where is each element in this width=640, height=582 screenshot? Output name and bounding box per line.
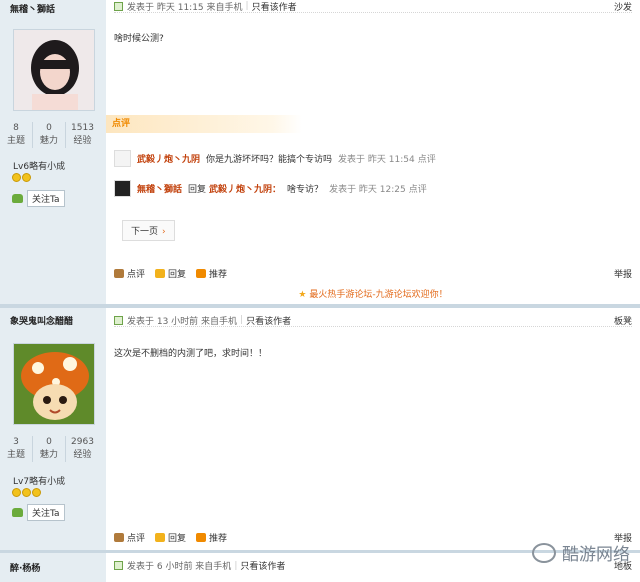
only-author-link[interactable]: 只看该作者 — [240, 559, 285, 572]
reply-icon — [155, 532, 166, 542]
dianping-button[interactable]: 点评 — [114, 267, 145, 280]
follow-row: 关注Ta — [12, 190, 65, 207]
report-button[interactable]: 举报 — [614, 267, 632, 280]
post-time: 发表于 13 小时前 来自手机 — [127, 316, 238, 327]
thumbs-up-icon — [196, 532, 207, 542]
post-content: 发表于 13 小时前 来自手机 | 只看该作者 板凳 这次是不删档的内测了吧，求… — [106, 308, 640, 554]
post-time: 发表于 6 小时前 来自手机 — [127, 562, 232, 572]
author-sidebar: 無稽丶獅話 8 主题 0 魅力 1513 经验 Lv6略有小成 关注Ta — [0, 0, 106, 304]
separator: | — [234, 560, 238, 571]
post-1: 無稽丶獅話 8 主题 0 魅力 1513 经验 Lv6略有小成 关注Ta 发表于… — [0, 0, 640, 304]
follow-button[interactable]: 关注Ta — [27, 190, 65, 207]
commenter-avatar[interactable] — [114, 149, 131, 167]
thumbs-up-icon — [196, 268, 207, 278]
reply-button[interactable]: 回复 — [155, 267, 186, 280]
next-page-button[interactable]: 下一页 › — [122, 220, 175, 241]
post-icon — [114, 315, 123, 325]
stat-exp: 1513 经验 — [71, 123, 94, 146]
avatar[interactable] — [13, 29, 95, 111]
promo-banner[interactable]: ★ 最火热手游论坛-九游论坛欢迎你！ — [106, 287, 640, 300]
commenter-name[interactable]: 武毅丿炮丶九阴 — [137, 152, 200, 165]
user-level: Lv6略有小成 — [13, 162, 66, 172]
author-sidebar: 象哭鬼叫念醋醋 3 主题 0 魅力 2963 经验 Lv7略有小成 关注Ta — [0, 308, 106, 554]
post-header: 发表于 13 小时前 来自手机 | 只看该作者 板凳 — [114, 314, 632, 327]
wechat-icon — [532, 542, 556, 563]
stat-charm: 0 魅力 — [33, 122, 66, 148]
author-sidebar: 醉·杨杨 — [0, 553, 106, 582]
comment-icon — [114, 268, 124, 278]
users-icon — [12, 508, 23, 517]
comment-item: 武毅丿炮丶九阴 你是九游坏坏吗？能搞个专访吗 发表于 昨天 11:54 点评 — [114, 148, 632, 168]
author-name[interactable]: 象哭鬼叫念醋醋 — [10, 314, 73, 327]
commenter-avatar[interactable] — [114, 179, 131, 197]
post-icon — [114, 1, 123, 11]
author-stats: 3 主题 0 魅力 2963 经验 — [0, 436, 106, 462]
recommend-button[interactable]: 推荐 — [196, 531, 227, 544]
next-page-label: 下一页 — [131, 227, 159, 237]
medal-icon — [22, 173, 31, 182]
users-icon — [12, 194, 23, 203]
reply-button[interactable]: 回复 — [155, 531, 186, 544]
comment-time: 发表于 昨天 11:54 — [338, 154, 415, 165]
chevron-right-icon: › — [162, 227, 166, 237]
medal-icon — [12, 173, 21, 182]
comment-item: 無稽丶獅話 回复 武毅丿炮丶九阴： 啥专访？ 发表于 昨天 12:25 点评 — [114, 178, 632, 198]
stat-charm: 0 魅力 — [33, 436, 66, 462]
user-level: Lv7略有小成 — [13, 477, 66, 487]
author-name[interactable]: 醉·杨杨 — [10, 561, 40, 574]
only-author-link[interactable]: 只看该作者 — [252, 0, 297, 13]
watermark: 酷游网络 — [532, 540, 630, 565]
post-icon — [114, 561, 123, 570]
floor-label[interactable]: 板凳 — [614, 314, 632, 327]
separator: | — [240, 315, 244, 325]
follow-row: 关注Ta — [12, 504, 65, 521]
stat-topics[interactable]: 8 主题 — [0, 122, 33, 148]
comment-icon — [114, 532, 124, 542]
floor-label[interactable]: 沙发 — [614, 0, 632, 13]
post-body: 啥时候公测? — [114, 34, 164, 44]
comments-header: 点评 — [106, 115, 302, 133]
medals — [12, 173, 31, 182]
author-stats: 8 主题 0 魅力 1513 经验 — [0, 122, 106, 148]
recommend-button[interactable]: 推荐 — [196, 267, 227, 280]
reply-icon — [155, 268, 166, 278]
dianping-button[interactable]: 点评 — [114, 531, 145, 544]
post-actions: 点评 回复 推荐 举报 — [114, 266, 632, 280]
medal-icon — [22, 488, 31, 497]
separator: | — [245, 1, 249, 11]
only-author-link[interactable]: 只看该作者 — [246, 314, 291, 327]
follow-button[interactable]: 关注Ta — [27, 504, 65, 521]
post-content: 发表于 昨天 11:15 来自手机 | 只看该作者 沙发 啥时候公测? 点评 武… — [106, 0, 640, 304]
medal-icon — [12, 488, 21, 497]
comment-text: 啥专访？ — [287, 184, 324, 195]
post-header: 发表于 昨天 11:15 来自手机 | 只看该作者 沙发 — [114, 0, 632, 13]
post-body: 这次是不删档的内测了吧，求时间！！ — [114, 349, 268, 359]
comment-action[interactable]: 点评 — [418, 152, 436, 165]
avatar[interactable] — [13, 343, 95, 425]
star-icon: ★ — [298, 290, 310, 300]
post-2: 象哭鬼叫念醋醋 3 主题 0 魅力 2963 经验 Lv7略有小成 关注Ta 发… — [0, 308, 640, 554]
stat-exp: 2963 经验 — [71, 437, 94, 460]
reply-label: 回复 — [188, 184, 207, 195]
post-time: 发表于 昨天 11:15 来自手机 — [127, 2, 243, 13]
comment-action[interactable]: 点评 — [409, 182, 427, 195]
medals — [12, 488, 41, 497]
medal-icon — [32, 488, 41, 497]
comment-text: 你是九游坏坏吗？能搞个专访吗 — [206, 154, 333, 165]
commenter-name[interactable]: 無稽丶獅話 — [137, 182, 182, 195]
author-name[interactable]: 無稽丶獅話 — [10, 2, 55, 15]
reply-target-name[interactable]: 武毅丿炮丶九阴： — [209, 182, 281, 195]
comment-time: 发表于 昨天 12:25 — [329, 184, 406, 195]
stat-topics[interactable]: 3 主题 — [0, 436, 33, 462]
